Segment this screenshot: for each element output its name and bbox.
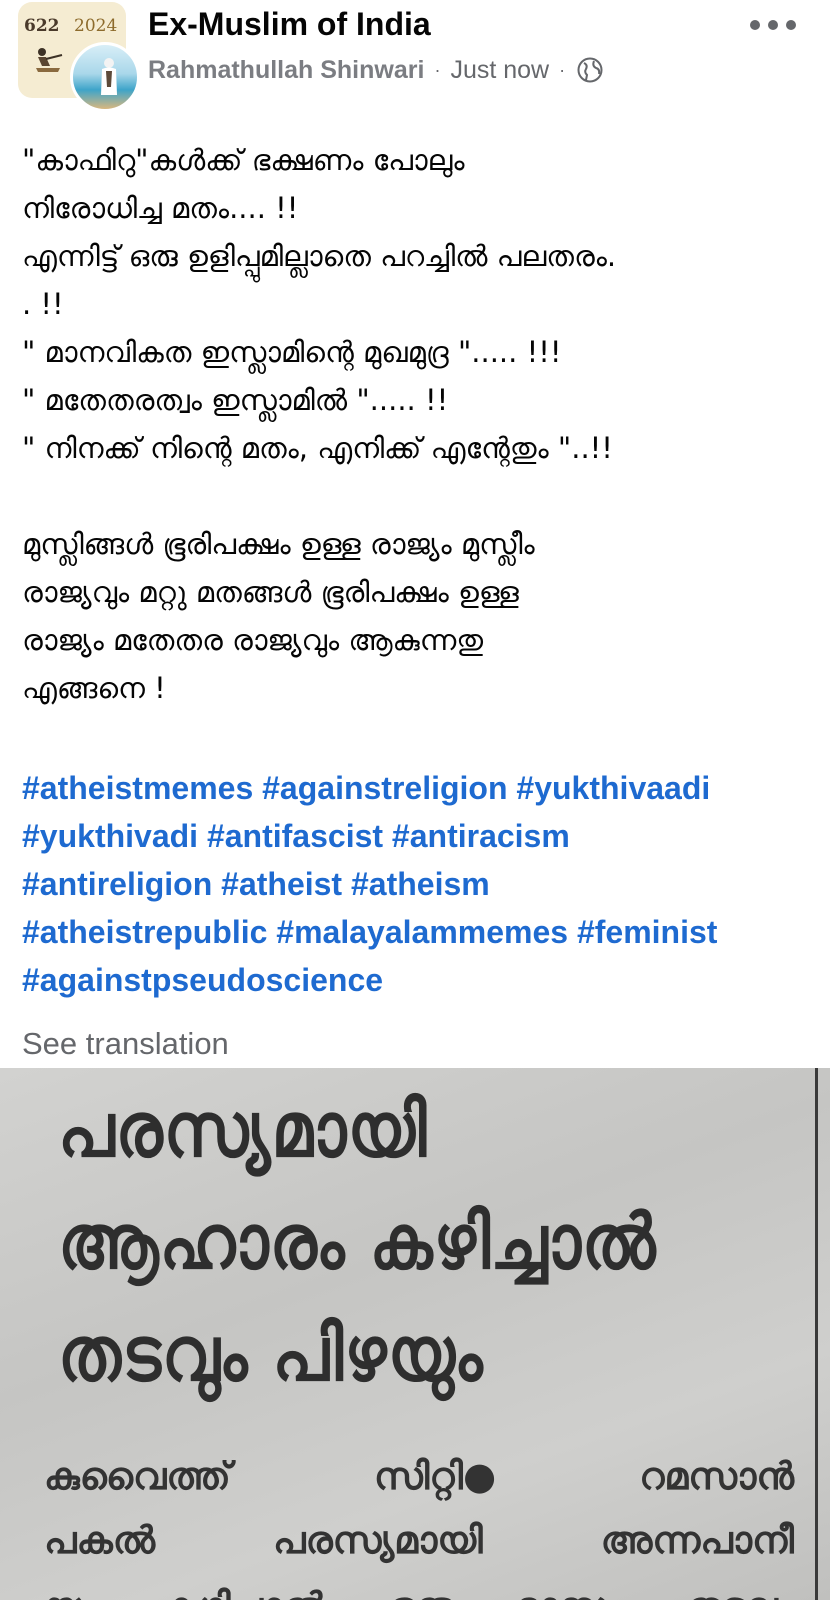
- newspaper-word: സിറ്റി●: [373, 1454, 497, 1498]
- newspaper-word: അന്നപാനീ: [600, 1518, 794, 1562]
- post-line: രാജ്യം മതേതര രാജ്യവും ആകുന്നതു: [22, 623, 484, 657]
- author-avatar-person-icon: [101, 58, 117, 95]
- group-name[interactable]: Ex-Muslim of India: [148, 6, 431, 43]
- post-line: മുസ്ലിങ്ങൾ ഭൂരിപക്ഷം ഉള്ള രാജ്യം മുസ്ലീം: [22, 527, 535, 561]
- newspaper-headline-line: തടവും പിഴയും: [58, 1310, 484, 1399]
- post-line: രാജ്യവും മറ്റു മതങ്ങൾ ഭൂരിപക്ഷം ഉള്ള: [22, 575, 519, 609]
- globe-icon[interactable]: [577, 57, 603, 83]
- hashtag-line[interactable]: #atheistmemes #againstreligion #yukthiva…: [22, 764, 812, 812]
- newspaper-headline-line: പരസ്യമായി: [58, 1086, 428, 1175]
- hashtag-block: #atheistmemes #againstreligion #yukthiva…: [22, 764, 812, 1004]
- newspaper-word: തടവും: [686, 1584, 794, 1600]
- newspaper-word: റമസാൻ: [639, 1454, 794, 1498]
- post-timestamp[interactable]: Just now: [450, 56, 549, 85]
- post-line: " നിനക്ക് നിന്റെ മതം, എനിക്ക് എന്റേതും "…: [22, 431, 613, 465]
- author-avatar[interactable]: [70, 42, 140, 112]
- see-translation-link[interactable]: See translation: [22, 1026, 229, 1062]
- post-line: എങ്ങനെ !: [22, 671, 166, 705]
- newspaper-body-line: കുവൈത്ത് സിറ്റി● റമസാൻ: [44, 1454, 794, 1499]
- newspaper-word: കുവൈത്ത്: [44, 1454, 231, 1498]
- group-avatar-text-right: 2024: [74, 16, 118, 36]
- newspaper-body-line: യം കഴിച്ചാൽ ഒരു മാസം തടവും: [44, 1584, 794, 1600]
- newspaper-word: യം: [44, 1584, 99, 1600]
- newspaper-word: ഒരു: [388, 1584, 453, 1600]
- newspaper-headline-line: ആഹാരം കഴിച്ചാൽ: [58, 1198, 657, 1287]
- post-header: 622 2024 Ex-Muslim of India Rahmathullah…: [0, 0, 830, 112]
- post-line: എന്നിട്ട് ഒരു ഉളിപ്പുമില്ലാതെ പറച്ചിൽ പല…: [22, 239, 617, 273]
- newspaper-word: മാസം: [515, 1584, 623, 1600]
- post-body: "കാഫിറു"കൾക്ക് ഭക്ഷണം പോലും നിരോധിച്ച മത…: [22, 136, 812, 712]
- more-options-button[interactable]: [750, 12, 796, 38]
- newspaper-word: കഴിച്ചാൽ: [162, 1584, 325, 1600]
- group-avatar-text-left: 622: [24, 16, 60, 36]
- post-line: " മതേതരത്വം ഇസ്ലാമിൽ "..... !!: [22, 383, 449, 417]
- newspaper-word: പകൽ: [44, 1518, 156, 1562]
- group-avatar-figure-icon: [36, 48, 63, 72]
- hashtag-line[interactable]: #againstpseudoscience: [22, 956, 812, 1004]
- author-name[interactable]: Rahmathullah Shinwari: [148, 56, 424, 85]
- post-meta: Rahmathullah Shinwari · Just now ·: [148, 54, 603, 86]
- post-line: നിരോധിച്ച മതം.... !!: [22, 191, 299, 225]
- meta-separator: ·: [434, 59, 441, 80]
- newspaper-body-line: പകൽ പരസ്യമായി അന്നപാനീ: [44, 1518, 794, 1563]
- hashtag-line[interactable]: #antireligion #atheist #atheism: [22, 860, 812, 908]
- more-horizontal-icon: [750, 20, 760, 30]
- newspaper-word: പരസ്യമായി: [272, 1518, 483, 1562]
- meta-separator: ·: [559, 59, 566, 80]
- post-line: " മാനവികത ഇസ്ലാമിന്റെ മുഖമുദ്ര "..... !!…: [22, 335, 562, 369]
- post-image[interactable]: പരസ്യമായി ആഹാരം കഴിച്ചാൽ തടവും പിഴയും കു…: [0, 1068, 830, 1600]
- hashtag-line[interactable]: #yukthivadi #antifascist #antiracism: [22, 812, 812, 860]
- newspaper-column-rule: [815, 1068, 818, 1600]
- post-line: "കാഫിറു"കൾക്ക് ഭക്ഷണം പോലും: [22, 143, 465, 177]
- post-line: . !!: [22, 287, 64, 321]
- hashtag-line[interactable]: #atheistrepublic #malayalammemes #femini…: [22, 908, 812, 956]
